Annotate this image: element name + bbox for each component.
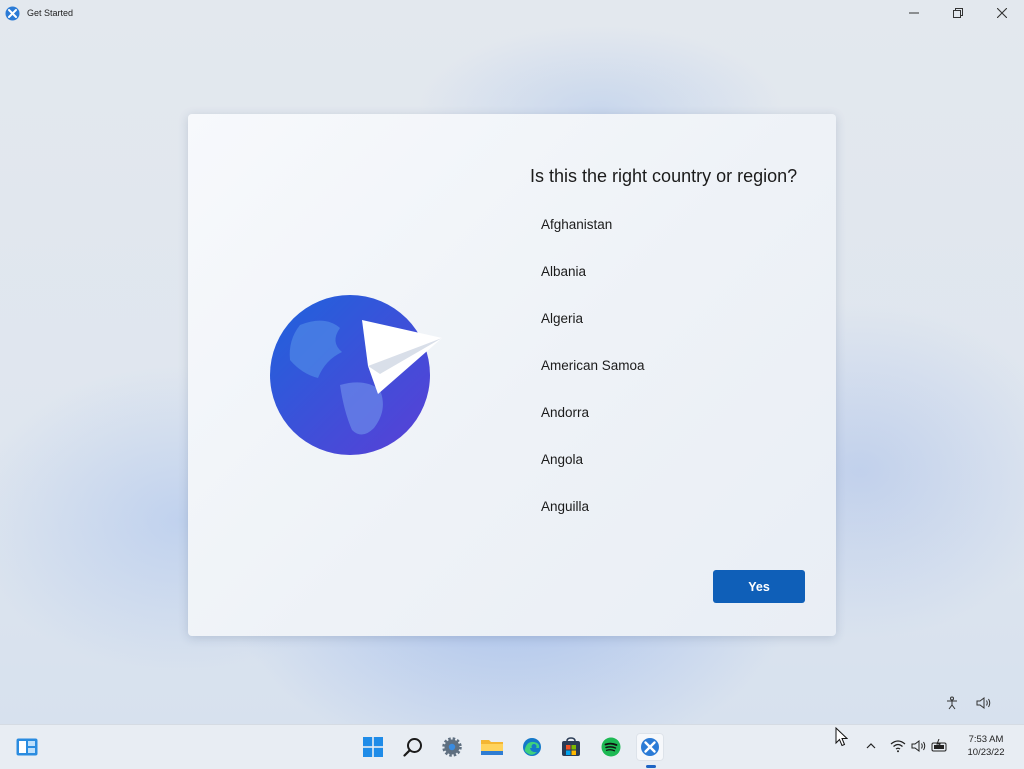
store-icon[interactable]	[557, 733, 585, 761]
globe-paper-plane-icon	[270, 290, 446, 460]
get-started-icon	[5, 6, 20, 21]
spotify-icon[interactable]	[597, 733, 625, 761]
minimize-button[interactable]	[892, 0, 936, 26]
title-bar: Get Started	[0, 0, 1024, 28]
volume-icon[interactable]	[910, 737, 928, 755]
minimize-icon	[909, 12, 919, 14]
taskbar-clock[interactable]: 7:53 AM 10/23/22	[958, 733, 1014, 759]
country-item[interactable]: Andorra	[530, 398, 810, 445]
close-button[interactable]	[980, 0, 1024, 26]
start-icon[interactable]	[359, 733, 387, 761]
file-explorer-icon[interactable]	[478, 733, 506, 761]
country-list[interactable]: Afghanistan Albania Algeria American Sam…	[530, 210, 810, 539]
country-item[interactable]: American Samoa	[530, 351, 810, 398]
battery-icon[interactable]	[931, 737, 949, 755]
chevron-up-icon[interactable]	[862, 737, 880, 755]
accessibility-icon[interactable]	[943, 694, 961, 712]
country-item[interactable]: Algeria	[530, 304, 810, 351]
clock-date: 10/23/22	[967, 747, 1005, 758]
get-started-taskbar-icon[interactable]	[636, 733, 664, 761]
country-item[interactable]: Albania	[530, 257, 810, 304]
country-item[interactable]: Afghanistan	[530, 210, 810, 257]
volume-icon[interactable]	[975, 694, 993, 712]
settings-icon[interactable]	[438, 733, 466, 761]
dialog-question: Is this the right country or region?	[530, 166, 798, 186]
clock-time: 7:53 AM	[968, 734, 1004, 745]
region-dialog: Is this the right country or region? Afg…	[188, 114, 836, 636]
wifi-icon[interactable]	[889, 737, 907, 755]
country-item[interactable]: Anguilla	[530, 492, 810, 539]
restore-icon	[953, 8, 963, 18]
yes-button[interactable]: Yes	[713, 570, 805, 603]
close-icon	[997, 8, 1007, 18]
widgets-icon[interactable]	[13, 733, 41, 761]
restore-button[interactable]	[936, 0, 980, 26]
country-item[interactable]: Angola	[530, 445, 810, 492]
window-title: Get Started	[27, 8, 74, 18]
edge-icon[interactable]	[518, 733, 546, 761]
search-icon[interactable]	[399, 733, 427, 761]
mouse-cursor-icon	[835, 726, 849, 752]
get-started-icon	[641, 738, 659, 756]
